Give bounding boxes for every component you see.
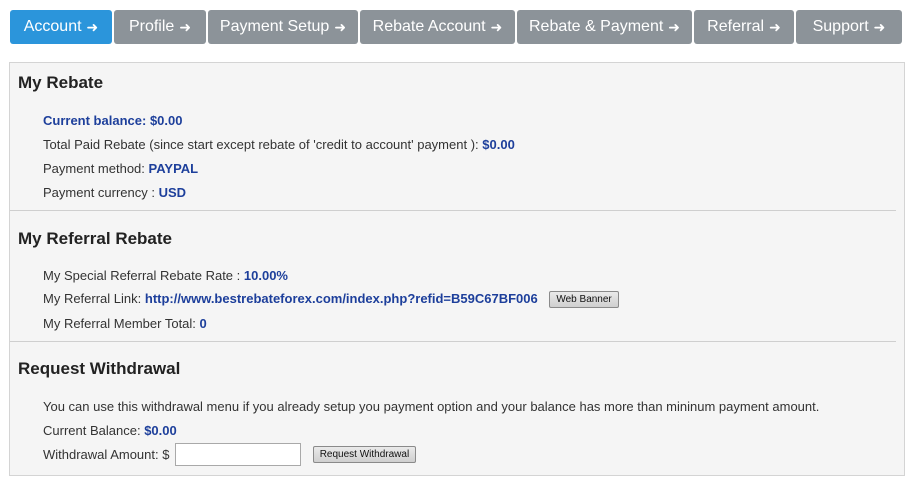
arrow-right-icon: ➜: [769, 18, 781, 35]
account-panel: My Rebate Current balance: $0.00 Total P…: [9, 62, 905, 476]
current-balance-row: Current balance: $0.00: [43, 113, 182, 128]
payment-currency-label: Payment currency :: [43, 185, 155, 200]
arrow-right-icon: ➜: [179, 18, 192, 35]
tab-rebate-account[interactable]: Rebate Account ➜: [360, 10, 515, 44]
total-paid-value: $0.00: [482, 137, 515, 152]
referral-link-row: My Referral Link: http://www.bestrebatef…: [43, 291, 619, 309]
web-banner-button[interactable]: Web Banner: [549, 291, 619, 309]
section-title-my-rebate: My Rebate: [18, 73, 104, 92]
section-title-referral: My Referral Rebate: [18, 229, 173, 248]
referral-rate-row: My Special Referral Rebate Rate : 10.00%: [43, 268, 288, 283]
tab-rebate-payment[interactable]: Rebate & Payment ➜: [517, 10, 692, 44]
payment-method-row: Payment method: PAYPAL: [43, 161, 198, 176]
withdrawal-amount-row: Withdrawal Amount: $ Request Withdrawal: [43, 443, 417, 466]
current-balance-label: Current balance:: [43, 113, 147, 128]
tab-label: Referral: [707, 18, 765, 35]
referral-member-value: 0: [199, 316, 207, 331]
tab-label: Rebate & Payment: [528, 18, 664, 35]
current-balance-value: $0.00: [149, 113, 183, 128]
tab-referral[interactable]: Referral ➜: [694, 10, 794, 44]
tab-support[interactable]: Support ➜: [796, 10, 902, 44]
tab-account[interactable]: Account ➜: [10, 10, 112, 44]
tab-payment-setup[interactable]: Payment Setup ➜: [208, 10, 358, 44]
arrow-right-icon: ➜: [86, 18, 99, 35]
referral-link-value[interactable]: http://www.bestrebateforex.com/index.php…: [145, 291, 538, 306]
referral-rate-value: 10.00%: [243, 268, 288, 283]
arrow-right-icon: ➜: [490, 18, 503, 35]
arrow-right-icon: ➜: [873, 18, 886, 35]
referral-link-label: My Referral Link:: [43, 291, 142, 306]
tab-label: Rebate Account: [372, 18, 486, 35]
tab-label: Account: [23, 18, 82, 35]
withdrawal-amount-label: Withdrawal Amount: $: [43, 447, 170, 462]
payment-currency-row: Payment currency : USD: [43, 185, 186, 200]
section-title-withdrawal: Request Withdrawal: [18, 359, 181, 378]
payment-method-value: PAYPAL: [148, 161, 199, 176]
withdrawal-balance-value: $0.00: [144, 423, 177, 438]
request-withdrawal-button[interactable]: Request Withdrawal: [312, 446, 417, 463]
tab-label: Payment Setup: [219, 18, 330, 35]
tab-label: Profile: [128, 18, 175, 35]
withdrawal-amount-input[interactable]: [175, 443, 302, 466]
referral-member-label: My Referral Member Total:: [43, 316, 196, 331]
section-divider: [10, 341, 896, 342]
referral-member-row: My Referral Member Total: 0: [43, 316, 207, 331]
total-paid-label: Total Paid Rebate (since start except re…: [43, 137, 479, 152]
arrow-right-icon: ➜: [334, 18, 347, 35]
referral-rate-label: My Special Referral Rebate Rate :: [43, 268, 241, 283]
nav-tabs: Account ➜ Profile ➜ Payment Setup ➜ Rebate …: [10, 10, 902, 44]
arrow-right-icon: ➜: [668, 18, 681, 35]
withdrawal-balance-label: Current Balance:: [43, 423, 141, 438]
tab-profile[interactable]: Profile ➜: [114, 10, 206, 44]
section-divider: [10, 210, 896, 211]
withdrawal-description: You can use this withdrawal menu if you …: [43, 399, 820, 414]
payment-method-label: Payment method:: [43, 161, 145, 176]
total-paid-row: Total Paid Rebate (since start except re…: [43, 137, 515, 152]
withdrawal-balance-row: Current Balance: $0.00: [43, 423, 177, 438]
payment-currency-value: USD: [158, 185, 187, 200]
tab-label: Support: [812, 18, 869, 35]
